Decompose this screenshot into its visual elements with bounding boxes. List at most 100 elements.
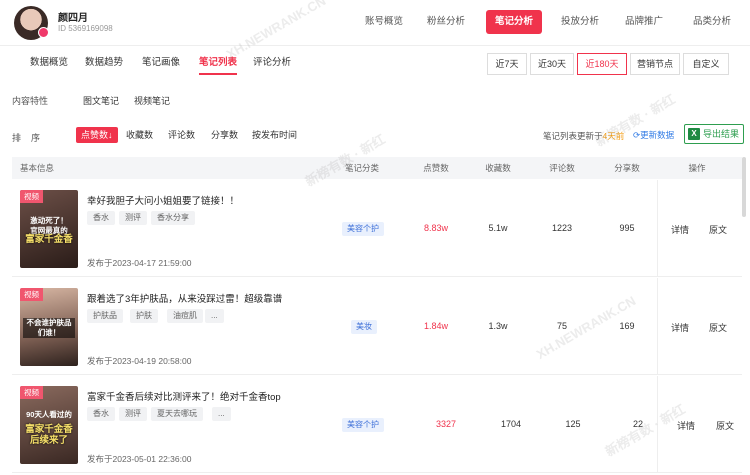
- tab-notes-list[interactable]: 笔记列表: [199, 51, 238, 75]
- more-tags[interactable]: ...: [212, 407, 231, 421]
- video-tag: 视频: [20, 288, 43, 301]
- category-badge: 美妆: [351, 320, 377, 334]
- nav-ad-analysis[interactable]: 投放分析: [556, 10, 604, 34]
- sort-likes[interactable]: 点赞数↓: [76, 127, 118, 143]
- note-tag: 测评: [119, 407, 147, 421]
- shares-count: 995: [619, 223, 635, 233]
- range-180d[interactable]: 近180天: [577, 53, 627, 75]
- table-row: 视频 90天人看过的 富家千金香 后续来了 富家千金香后续对比测评来了！绝对千金…: [12, 376, 742, 473]
- user-name: 颜四月: [58, 13, 88, 24]
- likes-count: 3327: [435, 419, 457, 429]
- note-tag: 香水: [87, 211, 115, 225]
- note-tag: 香水分享: [151, 211, 195, 225]
- thumb-caption-big: 富家千金香: [25, 234, 73, 245]
- user-id: ID 5369169098: [58, 24, 113, 33]
- tab-comment-analysis[interactable]: 评论分析: [253, 51, 291, 75]
- th-basic-info: 基本信息: [20, 163, 55, 173]
- note-thumbnail[interactable]: 视频 90天人看过的 富家千金香 后续来了: [20, 386, 78, 464]
- sort-publish-time[interactable]: 按发布时间: [247, 127, 302, 143]
- source-button[interactable]: 原文: [709, 223, 727, 236]
- comments-count: 125: [565, 419, 581, 429]
- video-tag: 视频: [20, 386, 43, 399]
- clipped-text: ━━━━: [12, 75, 34, 80]
- detail-button[interactable]: 详情: [671, 223, 689, 236]
- comments-count: 1223: [551, 223, 573, 233]
- source-button[interactable]: 原文: [716, 419, 734, 432]
- table-row: 视频 激动死了！ 官网最真的 富家千金香 幸好我胆子大问小姐姐要了链接！！ 香水…: [12, 180, 742, 277]
- note-tag: 夏天去哪玩: [151, 407, 203, 421]
- column-divider: [657, 376, 658, 473]
- tab-data-overview[interactable]: 数据概览: [30, 51, 68, 75]
- nav-notes-analysis[interactable]: 笔记分析: [486, 10, 542, 34]
- export-button[interactable]: X 导出结果: [684, 124, 744, 144]
- nav-account-overview[interactable]: 账号概览: [360, 10, 408, 34]
- range-30d[interactable]: 近30天: [530, 53, 574, 75]
- sort-shares[interactable]: 分享数: [206, 127, 243, 143]
- publish-date: 发布于2023-04-19 20:58:00: [87, 356, 192, 366]
- source-button[interactable]: 原文: [709, 321, 727, 334]
- publish-date: 发布于2023-04-17 21:59:00: [87, 258, 192, 268]
- detail-button[interactable]: 详情: [671, 321, 689, 334]
- note-thumbnail[interactable]: 视频 不会谁护肤品们谁！: [20, 288, 78, 366]
- table-header: 基本信息 笔记分类 点赞数 收藏数 评论数 分享数 操作: [12, 157, 742, 179]
- thumb-caption: 激动死了！ 官网最真的: [30, 216, 68, 235]
- note-title[interactable]: 幸好我胆子大问小姐姐要了链接！！: [87, 193, 239, 207]
- thumb-caption: 不会谁护肤品们谁！: [23, 318, 75, 338]
- platform-badge-icon: [38, 27, 49, 38]
- category-badge: 美容个护: [342, 222, 384, 236]
- video-tag: 视频: [20, 190, 43, 203]
- scrollbar[interactable]: [742, 157, 746, 217]
- nav-category-analysis[interactable]: 品类分析: [688, 10, 736, 34]
- excel-icon: X: [688, 128, 700, 140]
- category-badge: 美容个护: [342, 418, 384, 432]
- range-marketing-node[interactable]: 营销节点: [630, 53, 680, 75]
- th-likes: 点赞数: [423, 163, 449, 173]
- note-tag: 香水: [87, 407, 115, 421]
- nav-brand-promo[interactable]: 品牌推广: [620, 10, 668, 34]
- update-prefix: 笔记列表更新于: [543, 131, 603, 141]
- top-header: 颜四月 ID 5369169098 账号概览 粉丝分析 笔记分析 投放分析 品牌…: [0, 0, 750, 46]
- th-shares: 分享数: [614, 163, 640, 173]
- detail-button[interactable]: 详情: [677, 419, 695, 432]
- export-label: 导出结果: [703, 129, 740, 139]
- more-tags[interactable]: ...: [205, 309, 224, 323]
- note-tag: 护肤: [130, 309, 158, 323]
- favorites-count: 1704: [500, 419, 522, 429]
- column-divider: [657, 278, 658, 375]
- favorites-count: 5.1w: [488, 223, 508, 233]
- column-divider: [657, 180, 658, 277]
- content-filter-label: 内容特性: [12, 96, 49, 106]
- filter-image-notes[interactable]: 图文笔记: [83, 94, 119, 107]
- note-title[interactable]: 富家千金香后续对比测评来了！绝对千金香top: [87, 389, 281, 403]
- publish-date: 发布于2023-05-01 22:36:00: [87, 454, 192, 464]
- th-category: 笔记分类: [344, 163, 379, 173]
- update-status: 笔记列表更新于4天前: [543, 130, 624, 142]
- note-thumbnail[interactable]: 视频 激动死了！ 官网最真的 富家千金香: [20, 190, 78, 268]
- tab-notes-profile[interactable]: 笔记画像: [142, 51, 180, 75]
- comments-count: 75: [556, 321, 567, 331]
- shares-count: 169: [619, 321, 635, 331]
- clipped-filter-row: ━━━━: [12, 75, 312, 80]
- note-title[interactable]: 跟着选了3年护肤品，从来没踩过雷！超级靠谱: [87, 291, 282, 305]
- favorites-count: 1.3w: [488, 321, 508, 331]
- tab-data-trend[interactable]: 数据趋势: [85, 51, 123, 75]
- refresh-label: 更新数据: [640, 130, 675, 140]
- note-tag: 测评: [119, 211, 147, 225]
- nav-fans-analysis[interactable]: 粉丝分析: [422, 10, 470, 34]
- update-time: 4天前: [602, 131, 625, 141]
- likes-count: 8.83w: [423, 223, 449, 233]
- range-custom[interactable]: 自定义: [683, 53, 729, 75]
- shares-count: 22: [632, 419, 643, 429]
- refresh-button[interactable]: ⟳更新数据: [633, 129, 674, 141]
- table-row: 视频 不会谁护肤品们谁！ 跟着选了3年护肤品，从来没踩过雷！超级靠谱 护肤品 护…: [12, 278, 742, 375]
- sort-favorites[interactable]: 收藏数: [121, 127, 158, 143]
- th-favorites: 收藏数: [485, 163, 511, 173]
- th-actions: 操作: [688, 163, 706, 173]
- thumb-caption: 90天人看过的: [26, 410, 72, 419]
- range-7d[interactable]: 近7天: [487, 53, 527, 75]
- sort-comments[interactable]: 评论数: [163, 127, 200, 143]
- note-tag: 护肤品: [87, 309, 123, 323]
- likes-count: 1.84w: [423, 321, 449, 331]
- filter-video-notes[interactable]: 视频笔记: [134, 94, 170, 107]
- thumb-caption-big: 富家千金香 后续来了: [25, 424, 73, 446]
